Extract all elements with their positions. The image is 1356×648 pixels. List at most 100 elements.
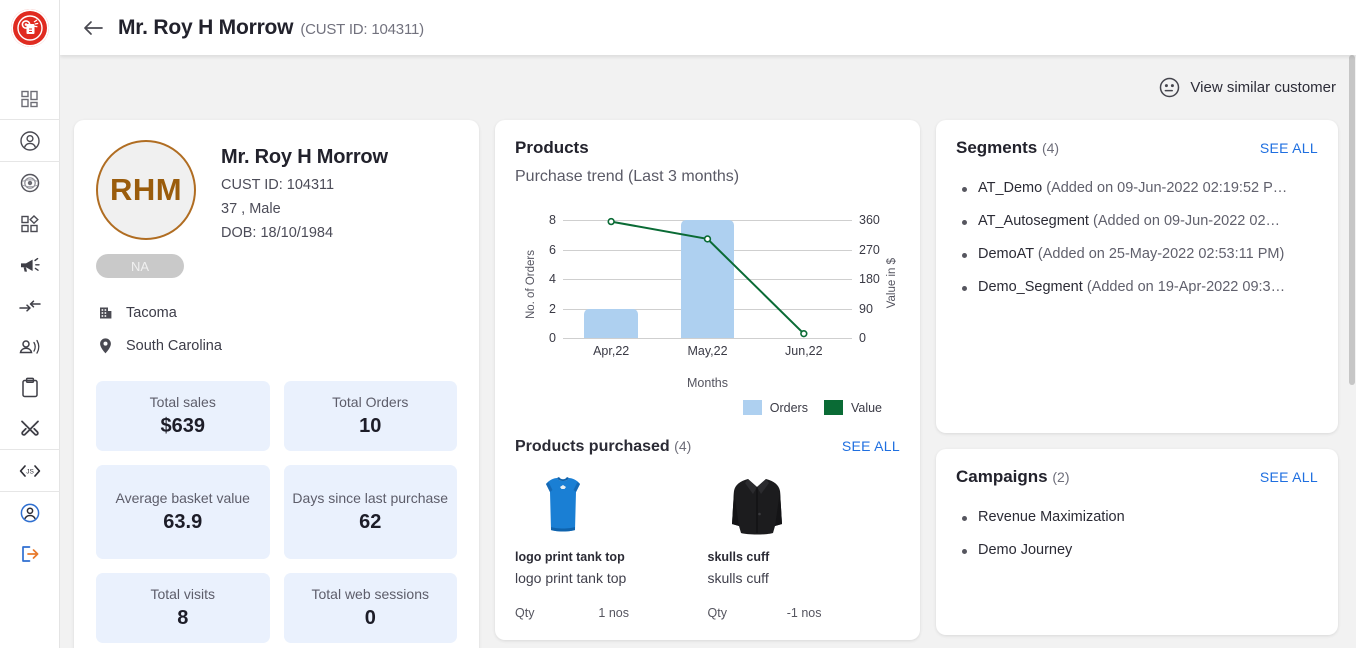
segment-name: AT_Demo (978, 180, 1042, 196)
segment-meta: (Added on 25-May-2022 02:53:11 PM) (1038, 246, 1284, 262)
chart-ytick-right: 360 (859, 213, 880, 227)
page-title-custid: (CUST ID: 104311) (300, 21, 424, 38)
sidebar-item-logout[interactable] (0, 533, 60, 574)
customer-state-row: South Carolina (96, 337, 457, 355)
profile-header: RHM NA Mr. Roy H Morrow CUST ID: 104311 … (96, 140, 457, 278)
stat-total-orders: Total Orders 10 (284, 381, 458, 451)
user-circle-icon (19, 130, 41, 152)
sidebar-group-4: JS (0, 449, 60, 491)
code-js-icon: JS (18, 462, 42, 480)
campaigns-see-all-link[interactable]: SEE ALL (1260, 469, 1318, 485)
sidebar: JS (0, 0, 60, 648)
customer-stats-grid: Total sales $639 Total Orders 10 Average… (96, 381, 457, 643)
svg-text:JS: JS (26, 468, 34, 475)
page-scrollbar-thumb[interactable] (1349, 55, 1355, 385)
view-similar-customer-label: View similar customer (1190, 79, 1336, 96)
location-block: Tacoma South Carolina (96, 304, 457, 355)
products-heading: Products (515, 138, 900, 158)
gridline (563, 338, 852, 339)
main-content: View similar customer RHM NA Mr. Roy H M… (60, 55, 1356, 648)
right-column: Segments (4) SEE ALL AT_Demo (Added on 0… (936, 120, 1338, 635)
page-title: Mr. Roy H Morrow (CUST ID: 104311) (118, 16, 424, 40)
stat-days-since-last-purchase: Days since last purchase 62 (284, 465, 458, 559)
stat-value: 0 (292, 607, 450, 630)
list-item[interactable]: DemoAT (Added on 25-May-2022 02:53:11 PM… (956, 246, 1318, 262)
chart-line-point (705, 236, 711, 242)
product-qty-row: Qty -1 nos (708, 606, 822, 620)
avatar-column: RHM NA (96, 140, 199, 278)
sidebar-item-customers[interactable] (0, 120, 60, 161)
segments-panel: Segments (4) SEE ALL AT_Demo (Added on 0… (936, 120, 1338, 433)
sidebar-item-engagement[interactable] (0, 326, 60, 367)
list-item[interactable]: AT_Demo (Added on 09-Jun-2022 02:19:52 P… (956, 180, 1318, 196)
product-qty-label: Qty (515, 606, 534, 620)
list-item[interactable]: AT_Autosegment (Added on 09-Jun-2022 02… (956, 213, 1318, 229)
campaign-name: Revenue Maximization (978, 509, 1125, 525)
list-item[interactable]: Demo Journey (956, 542, 1318, 558)
stat-label: Total sales (104, 393, 262, 412)
clipboard-icon (21, 377, 39, 399)
segments-count: (4) (1042, 140, 1059, 156)
stat-value: 8 (104, 607, 262, 630)
list-item[interactable]: Revenue Maximization (956, 509, 1318, 525)
app-logo[interactable] (0, 0, 60, 56)
sidebar-group-2 (0, 119, 60, 161)
chart-ytick-right: 0 (859, 331, 866, 345)
chart-xaxis-ticks: Apr,22 May,22 Jun,22 (563, 344, 852, 358)
sidebar-item-developer[interactable]: JS (0, 450, 60, 491)
back-button[interactable] (82, 17, 104, 39)
sidebar-item-dashboard[interactable] (0, 78, 60, 119)
sidebar-group-3 (0, 161, 60, 449)
sidebar-item-campaigns[interactable] (0, 244, 60, 285)
view-similar-customer-button[interactable]: View similar customer (1159, 77, 1336, 98)
dashboard-grid-icon (20, 89, 40, 109)
sidebar-item-segments[interactable] (0, 203, 60, 244)
product-image-tank-top (515, 470, 708, 536)
chart-ylabel-left: No. of Orders (525, 250, 537, 319)
segment-name: AT_Autosegment (978, 213, 1089, 229)
chart-ytick-right: 270 (859, 243, 880, 257)
campaigns-title: Campaigns (2) (956, 467, 1070, 487)
broadcast-user-icon (18, 337, 42, 357)
sidebar-item-audience[interactable] (0, 162, 60, 203)
sidebar-item-reports[interactable] (0, 367, 60, 408)
legend-swatch-value (824, 400, 843, 415)
segments-see-all-link[interactable]: SEE ALL (1260, 140, 1318, 156)
campaigns-title-text: Campaigns (956, 467, 1048, 486)
similar-customer-icon (1159, 77, 1180, 98)
product-description: logo print tank top (515, 570, 708, 586)
product-qty-value: 1 nos (598, 606, 629, 620)
products-see-all-link[interactable]: SEE ALL (842, 438, 900, 454)
product-card[interactable]: logo print tank top logo print tank top … (515, 470, 708, 620)
customer-name: Mr. Roy H Morrow (221, 146, 388, 169)
profile-info: Mr. Roy H Morrow CUST ID: 104311 37 , Ma… (221, 140, 388, 278)
product-card[interactable]: skulls cuff skulls cuff Qty -1 nos (708, 470, 901, 620)
apps-shapes-icon (20, 214, 40, 234)
stat-label: Total web sessions (292, 585, 450, 604)
stat-label: Average basket value (104, 489, 262, 508)
stat-label: Total visits (104, 585, 262, 604)
campaigns-count: (2) (1052, 469, 1069, 485)
stat-value: 10 (292, 415, 450, 438)
stat-total-sales: Total sales $639 (96, 381, 270, 451)
content-toolbar: View similar customer (60, 55, 1356, 120)
campaign-name: Demo Journey (978, 542, 1072, 558)
product-image-blazer (708, 470, 901, 536)
segment-meta: (Added on 09-Jun-2022 02:19:52 P… (1046, 180, 1287, 196)
chart-line-point (608, 219, 614, 225)
status-badge: NA (96, 254, 184, 278)
sidebar-item-settings[interactable] (0, 408, 60, 449)
chart-ytick-right: 90 (859, 302, 873, 316)
purchase-trend-chart: No. of Orders Value in $ 8 6 4 2 0 360 2… (515, 208, 900, 408)
sidebar-item-journeys[interactable] (0, 285, 60, 326)
customer-profile-card: RHM NA Mr. Roy H Morrow CUST ID: 104311 … (74, 120, 479, 648)
page-scrollbar[interactable] (1348, 55, 1356, 648)
customer-id: CUST ID: 104311 (221, 177, 388, 193)
page-title-text: Mr. Roy H Morrow (118, 16, 293, 39)
page-header: Mr. Roy H Morrow (CUST ID: 104311) (60, 0, 1356, 55)
list-item[interactable]: Demo_Segment (Added on 19-Apr-2022 09:3… (956, 279, 1318, 295)
chart-plot-area: 8 6 4 2 0 360 270 180 90 0 (563, 220, 852, 338)
account-circle-icon (19, 502, 41, 524)
chart-ylabel-right: Value in $ (886, 258, 898, 308)
sidebar-item-account[interactable] (0, 492, 60, 533)
